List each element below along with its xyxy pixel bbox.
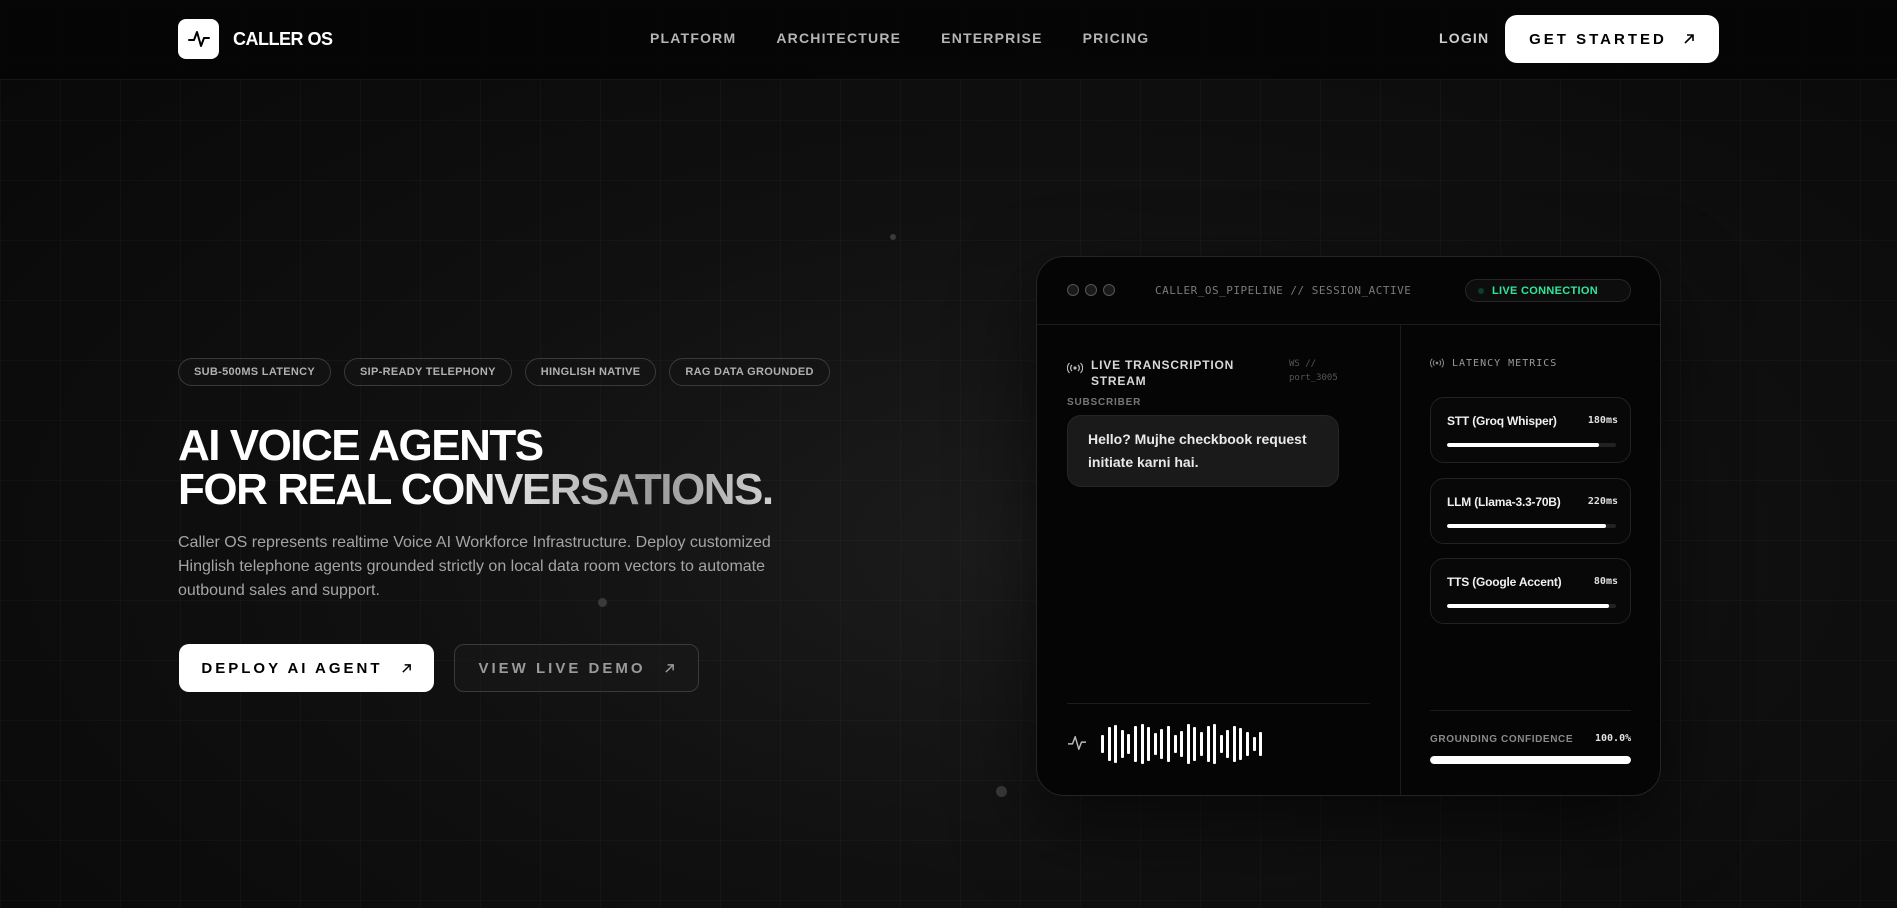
waveform-bar [1193,727,1197,761]
waveform-divider [1067,703,1370,704]
websocket-port: WS // port_3005 [1289,359,1338,383]
waveform-bar [1147,727,1151,761]
waveform-bar [1232,726,1236,762]
hero-title-line1: AI VOICE AGENTS [178,421,544,470]
brand-name: CALLER OS [233,28,333,49]
transcription-title: LIVE TRANSCRIPTION STREAM [1091,358,1235,388]
message-bubble: Hello? Mujhe checkbook request initiate … [1067,415,1339,487]
window-dot-icon [1067,284,1079,296]
waveform-bar [1239,728,1243,760]
metric-card-stt: STT (Groq Whisper) 180ms [1430,397,1631,463]
decor-dot [890,234,896,240]
arrow-up-right-icon [1684,34,1694,44]
waveform-bar [1160,729,1164,759]
window-dot-icon [1085,284,1097,296]
tag-latency: SUB-500MS LATENCY [178,358,332,386]
arrow-up-right-icon [664,663,674,673]
broadcast-icon [1430,358,1444,368]
arrow-up-right-icon [401,663,411,673]
metric-bar [1447,604,1616,608]
metric-bar [1447,524,1616,528]
get-started-label: GET STARTED [1529,30,1667,48]
metric-bar [1447,443,1616,447]
tag-telephony: SIP-READY TELEPHONY [344,358,512,386]
metric-name: TTS (Google Accent) [1447,575,1562,589]
metric-bar-fill [1447,443,1600,447]
panel-header: CALLER_OS_PIPELINE // SESSION_ACTIVE LIV… [1037,257,1660,325]
grounding-bar-fill [1430,756,1631,764]
hero-subtitle: Caller OS represents realtime Voice AI W… [178,534,771,599]
grounding-bar [1430,756,1631,764]
view-demo-label: VIEW LIVE DEMO [478,659,646,677]
nav-item-platform[interactable]: PLATFORM [650,30,736,46]
metric-value: 80ms [1593,576,1618,587]
nav-item-architecture[interactable]: ARCHITECTURE [776,30,901,46]
metric-name: LLM (Llama-3.3-70B) [1447,495,1561,509]
waveform-bar [1107,727,1111,761]
hero-title-line2: FOR REAL CONVERSATIONS. [178,465,774,514]
waveform-bar [1133,726,1137,762]
nav-item-enterprise[interactable]: ENTERPRISE [941,30,1042,46]
waveform-bar [1114,725,1118,763]
hero-title: AI VOICE AGENTS FOR REAL CONVERSATIONS. [178,421,774,514]
live-connection-label: LIVE CONNECTION [1492,284,1598,297]
metric-card-tts: TTS (Google Accent) 80ms [1430,558,1631,624]
pulse-icon [178,19,219,59]
decor-dot [996,786,1007,797]
waveform-bar [1180,731,1184,757]
waveform-bar [1219,735,1223,753]
live-connection-badge: LIVE CONNECTION [1465,279,1631,302]
waveform-bar [1252,737,1256,751]
waveform-bar [1153,733,1157,755]
latency-title: LATENCY METRICS [1452,357,1558,369]
brand-logo[interactable]: CALLER OS [178,19,333,59]
waveform-bar [1206,726,1210,762]
get-started-button[interactable]: GET STARTED [1505,15,1719,63]
deploy-agent-label: DEPLOY AI AGENT [201,659,383,677]
main-menu: PLATFORM ARCHITECTURE ENTERPRISE PRICING [650,30,1149,46]
metric-name: STT (Groq Whisper) [1447,414,1557,428]
view-demo-button[interactable]: VIEW LIVE DEMO [454,644,699,692]
nav-item-pricing[interactable]: PRICING [1083,30,1150,46]
grounding-value: 100.0% [1595,733,1632,744]
metric-value: 180ms [1587,415,1618,426]
metric-value: 220ms [1587,496,1618,507]
waveform-bar [1173,735,1177,753]
waveform-bar [1259,732,1263,756]
waveform-bar [1166,726,1170,762]
waveform-bar [1226,730,1230,758]
waveform-bar [1101,735,1104,753]
deploy-agent-button[interactable]: DEPLOY AI AGENT [179,644,434,692]
pipeline-panel: CALLER_OS_PIPELINE // SESSION_ACTIVE LIV… [1036,256,1661,796]
metric-card-llm: LLM (Llama-3.3-70B) 220ms [1430,478,1631,544]
metric-bar-fill [1447,524,1606,528]
window-controls [1067,284,1115,296]
metric-bar-fill [1447,604,1610,608]
waveform-bar [1140,724,1144,764]
latency-header: LATENCY METRICS [1430,357,1557,369]
speaker-label: SUBSCRIBER [1067,397,1142,408]
waveform-bar [1186,724,1190,764]
broadcast-icon [1067,362,1083,374]
window-dot-icon [1103,284,1115,296]
audio-waveform [1101,723,1263,765]
top-nav: CALLER OS PLATFORM ARCHITECTURE ENTERPRI… [0,0,1897,80]
login-link[interactable]: LOGIN [1439,30,1489,46]
tag-hinglish: HINGLISH NATIVE [524,358,657,386]
feature-tags: SUB-500MS LATENCY SIP-READY TELEPHONY HI… [178,358,830,386]
grounding-divider [1430,710,1631,711]
transcription-header: LIVE TRANSCRIPTION STREAM [1067,357,1241,389]
pulse-icon [1068,735,1086,751]
waveform-bar [1246,732,1250,756]
waveform-bar [1120,730,1124,758]
grounding-label: GROUNDING CONFIDENCE [1430,734,1574,745]
status-dot-icon [1478,287,1484,294]
waveform-bar [1199,732,1203,756]
waveform-bar [1213,724,1217,764]
tag-rag: RAG DATA GROUNDED [669,358,830,386]
waveform-bar [1127,734,1131,754]
pipeline-session-label: CALLER_OS_PIPELINE // SESSION_ACTIVE [1155,284,1412,297]
panel-divider [1400,325,1401,795]
